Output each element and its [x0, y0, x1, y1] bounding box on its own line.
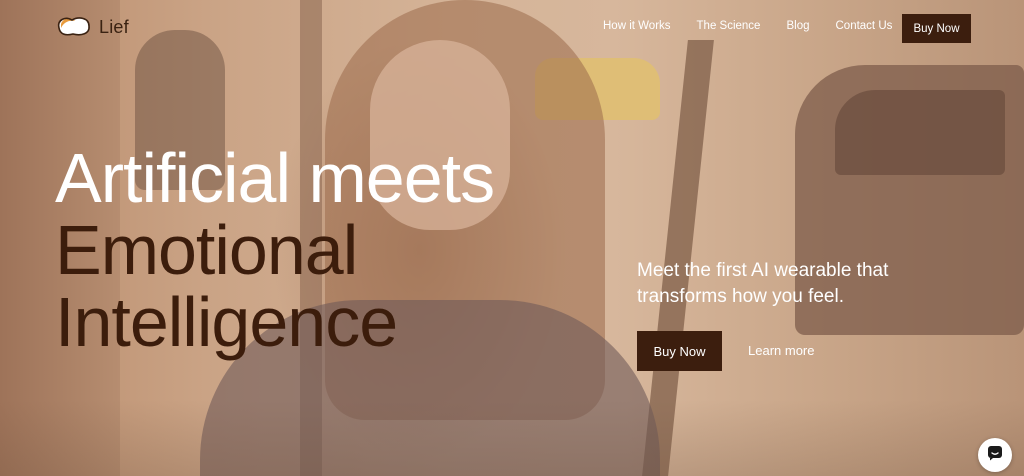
headline-line-2: Emotional	[55, 211, 358, 289]
brand-name: Lief	[99, 16, 129, 37]
chat-icon	[987, 445, 1003, 466]
chat-widget-button[interactable]	[978, 438, 1012, 472]
top-nav: Lief How it Works The Science Blog Conta…	[0, 0, 1024, 58]
learn-more-link[interactable]: Learn more	[748, 343, 814, 358]
sidewalk-shape	[0, 400, 1024, 476]
nav-link-contact-us[interactable]: Contact Us	[836, 20, 893, 32]
headline-line-3: Intelligence	[55, 283, 398, 361]
nav-buy-now-button[interactable]: Buy Now	[902, 14, 971, 43]
nav-link-blog[interactable]: Blog	[786, 20, 809, 32]
brand-logo[interactable]: Lief	[55, 14, 129, 40]
nav-link-how-it-works[interactable]: How it Works	[603, 20, 671, 32]
headline-line-1: Artificial meets	[55, 139, 495, 217]
van-window-shape	[835, 90, 1005, 175]
hero-headline: Artificial meets Emotional Intelligence	[55, 139, 495, 361]
lief-logo-icon	[55, 14, 93, 40]
nav-links: How it Works The Science Blog Contact Us	[603, 20, 918, 32]
nav-link-the-science[interactable]: The Science	[697, 20, 761, 32]
hero-buy-now-button[interactable]: Buy Now	[637, 331, 722, 371]
hero-tagline: Meet the first AI wearable that transfor…	[637, 260, 889, 307]
